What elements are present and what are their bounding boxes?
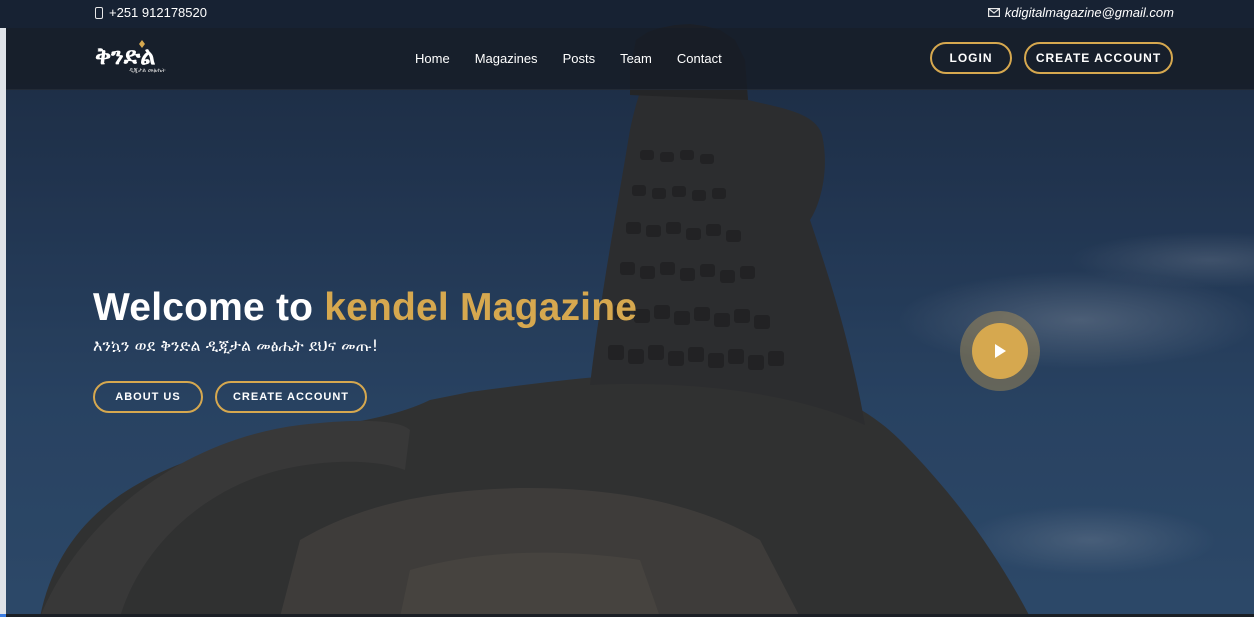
hero-create-account-button[interactable]: CREATE ACCOUNT	[215, 381, 367, 413]
mail-icon	[987, 8, 1000, 17]
about-us-button[interactable]: ABOUT US	[93, 381, 203, 413]
phone-contact[interactable]: +251 912178520	[95, 5, 207, 20]
nav-home-link[interactable]: Home	[415, 51, 450, 66]
hero-title-prefix: Welcome to	[93, 286, 314, 329]
logo-subtext: ዲጂታል መፅሔት	[129, 67, 166, 74]
nav-posts-link[interactable]: Posts	[563, 51, 596, 66]
window-left-edge	[0, 28, 6, 617]
play-video-button[interactable]	[972, 323, 1028, 379]
phone-icon	[95, 6, 103, 19]
main-navbar: ቅንድል ዲጂታል መፅሔት Home Magazines Posts Team…	[6, 28, 1254, 90]
contact-bar: +251 912178520 kdigitalmagazine@gmail.co…	[0, 0, 1254, 28]
play-icon	[995, 344, 1006, 358]
phone-number: +251 912178520	[109, 5, 207, 20]
create-account-button[interactable]: CREATE ACCOUNT	[1024, 42, 1173, 74]
hero-title-accent: kendel Magazine	[324, 286, 638, 329]
nav-contact-link[interactable]: Contact	[677, 51, 722, 66]
nav-menu: Home Magazines Posts Team Contact	[415, 51, 747, 66]
nav-team-link[interactable]: Team	[620, 51, 652, 66]
hero-subtitle: እንኳን ወደ ቅንድል ዲጂታል መፅሔት ደህና መጡ!	[93, 336, 379, 355]
email-address: kdigitalmagazine@gmail.com	[1004, 5, 1174, 20]
email-contact[interactable]: kdigitalmagazine@gmail.com	[987, 5, 1174, 20]
hero-title: Welcome to kendel Magazine	[93, 286, 637, 330]
site-logo[interactable]: ቅንድል ዲጂታል መፅሔት	[95, 40, 183, 74]
logo-text: ቅንድል	[95, 42, 156, 70]
login-button[interactable]: LOGIN	[930, 42, 1012, 74]
nav-magazines-link[interactable]: Magazines	[475, 51, 538, 66]
